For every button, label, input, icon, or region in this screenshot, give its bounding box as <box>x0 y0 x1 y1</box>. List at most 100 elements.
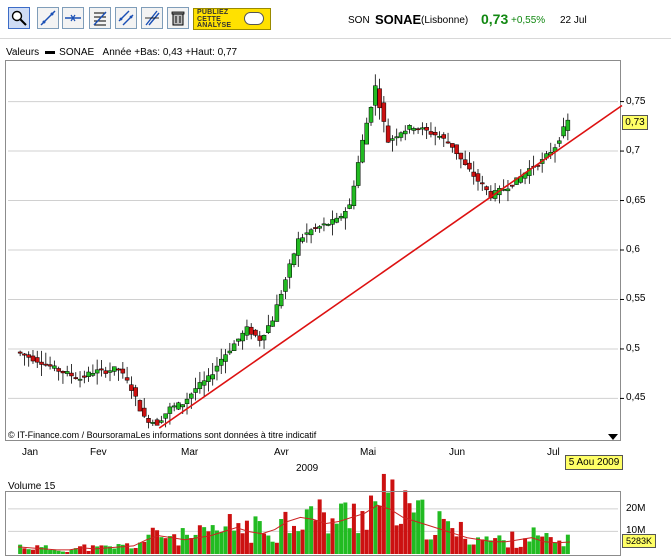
candle <box>411 128 417 131</box>
candle <box>351 185 357 206</box>
trend-line[interactable] <box>158 104 623 429</box>
candle <box>424 127 429 131</box>
date-tag: 5 Aou 2009 <box>565 455 623 470</box>
month-label: Jun <box>449 447 466 458</box>
candle <box>394 136 399 139</box>
volume-tick-label: 20M <box>626 502 646 514</box>
candle <box>180 404 185 408</box>
candle <box>137 400 143 412</box>
candle <box>475 173 481 182</box>
candle <box>133 387 138 397</box>
candle <box>223 354 228 362</box>
candle <box>304 232 310 235</box>
candle <box>403 130 408 135</box>
candle <box>94 369 100 374</box>
candle <box>206 375 211 382</box>
candle <box>77 378 83 381</box>
price-tick-label: 0,7 <box>626 145 640 157</box>
candle <box>171 405 177 408</box>
candle <box>317 226 322 229</box>
candle <box>355 162 361 186</box>
candle <box>484 186 489 191</box>
candle <box>184 398 190 404</box>
candle <box>364 122 369 145</box>
candle <box>377 88 382 109</box>
candle <box>347 204 352 209</box>
candle <box>467 162 472 170</box>
month-label: Mar <box>181 447 199 458</box>
candle <box>22 353 27 356</box>
candle <box>368 107 374 123</box>
candle <box>313 227 318 229</box>
candle <box>52 365 57 369</box>
candle <box>296 238 301 256</box>
candle <box>253 329 258 336</box>
candle <box>120 368 126 374</box>
month-label: Jul <box>547 447 560 458</box>
candle <box>176 402 181 410</box>
candle <box>82 375 87 378</box>
candle <box>454 144 459 155</box>
candle <box>565 119 571 131</box>
candle <box>557 140 562 144</box>
candle <box>73 377 79 379</box>
candle <box>257 335 263 341</box>
candle <box>334 217 340 223</box>
candle <box>167 406 173 414</box>
candle <box>116 368 121 371</box>
candle <box>103 370 108 374</box>
year-label: 2009 <box>296 463 319 474</box>
candle <box>69 372 74 377</box>
candle <box>291 253 297 265</box>
candle <box>432 131 438 136</box>
candle <box>420 127 425 130</box>
candle <box>450 143 455 148</box>
candle <box>266 325 271 333</box>
candle <box>462 159 468 165</box>
candle <box>428 131 434 135</box>
candle <box>445 141 451 144</box>
candle <box>343 211 348 219</box>
scroll-down-icon[interactable] <box>608 434 618 440</box>
candle <box>47 364 53 367</box>
candle <box>201 380 207 386</box>
candles <box>17 74 571 429</box>
candle <box>415 128 421 131</box>
candle <box>437 135 442 138</box>
candle <box>325 224 331 226</box>
candle <box>193 388 198 393</box>
candle <box>30 355 36 362</box>
price-tick-label: 0,6 <box>626 244 640 255</box>
candle <box>385 125 391 143</box>
candle <box>43 363 49 366</box>
volume-plot-area <box>5 491 621 556</box>
candle <box>64 371 70 374</box>
price-tick-label: 0,65 <box>626 194 646 206</box>
candle <box>236 338 241 342</box>
candle <box>287 263 292 278</box>
candle <box>99 368 104 371</box>
candle <box>86 371 91 377</box>
candle <box>308 229 314 236</box>
candle <box>112 366 117 372</box>
candle <box>26 354 31 358</box>
candle <box>189 393 194 399</box>
candle <box>261 335 267 341</box>
month-label: Jan <box>22 447 39 458</box>
candle <box>360 139 365 163</box>
price-tick-label: 0,55 <box>626 293 646 305</box>
candle <box>240 332 245 342</box>
candle <box>283 279 288 292</box>
month-label: Fev <box>90 447 107 458</box>
price-tick-label: 0,5 <box>626 342 640 354</box>
candle <box>39 361 44 365</box>
price-chart <box>8 74 624 554</box>
volume-last-tag: 5283K <box>622 534 656 548</box>
candle <box>150 422 156 424</box>
candle <box>60 371 66 374</box>
candle <box>146 417 151 423</box>
candle <box>129 384 134 391</box>
price-tick-label: 0,45 <box>626 392 646 404</box>
candle <box>407 125 412 130</box>
candle <box>90 373 96 376</box>
